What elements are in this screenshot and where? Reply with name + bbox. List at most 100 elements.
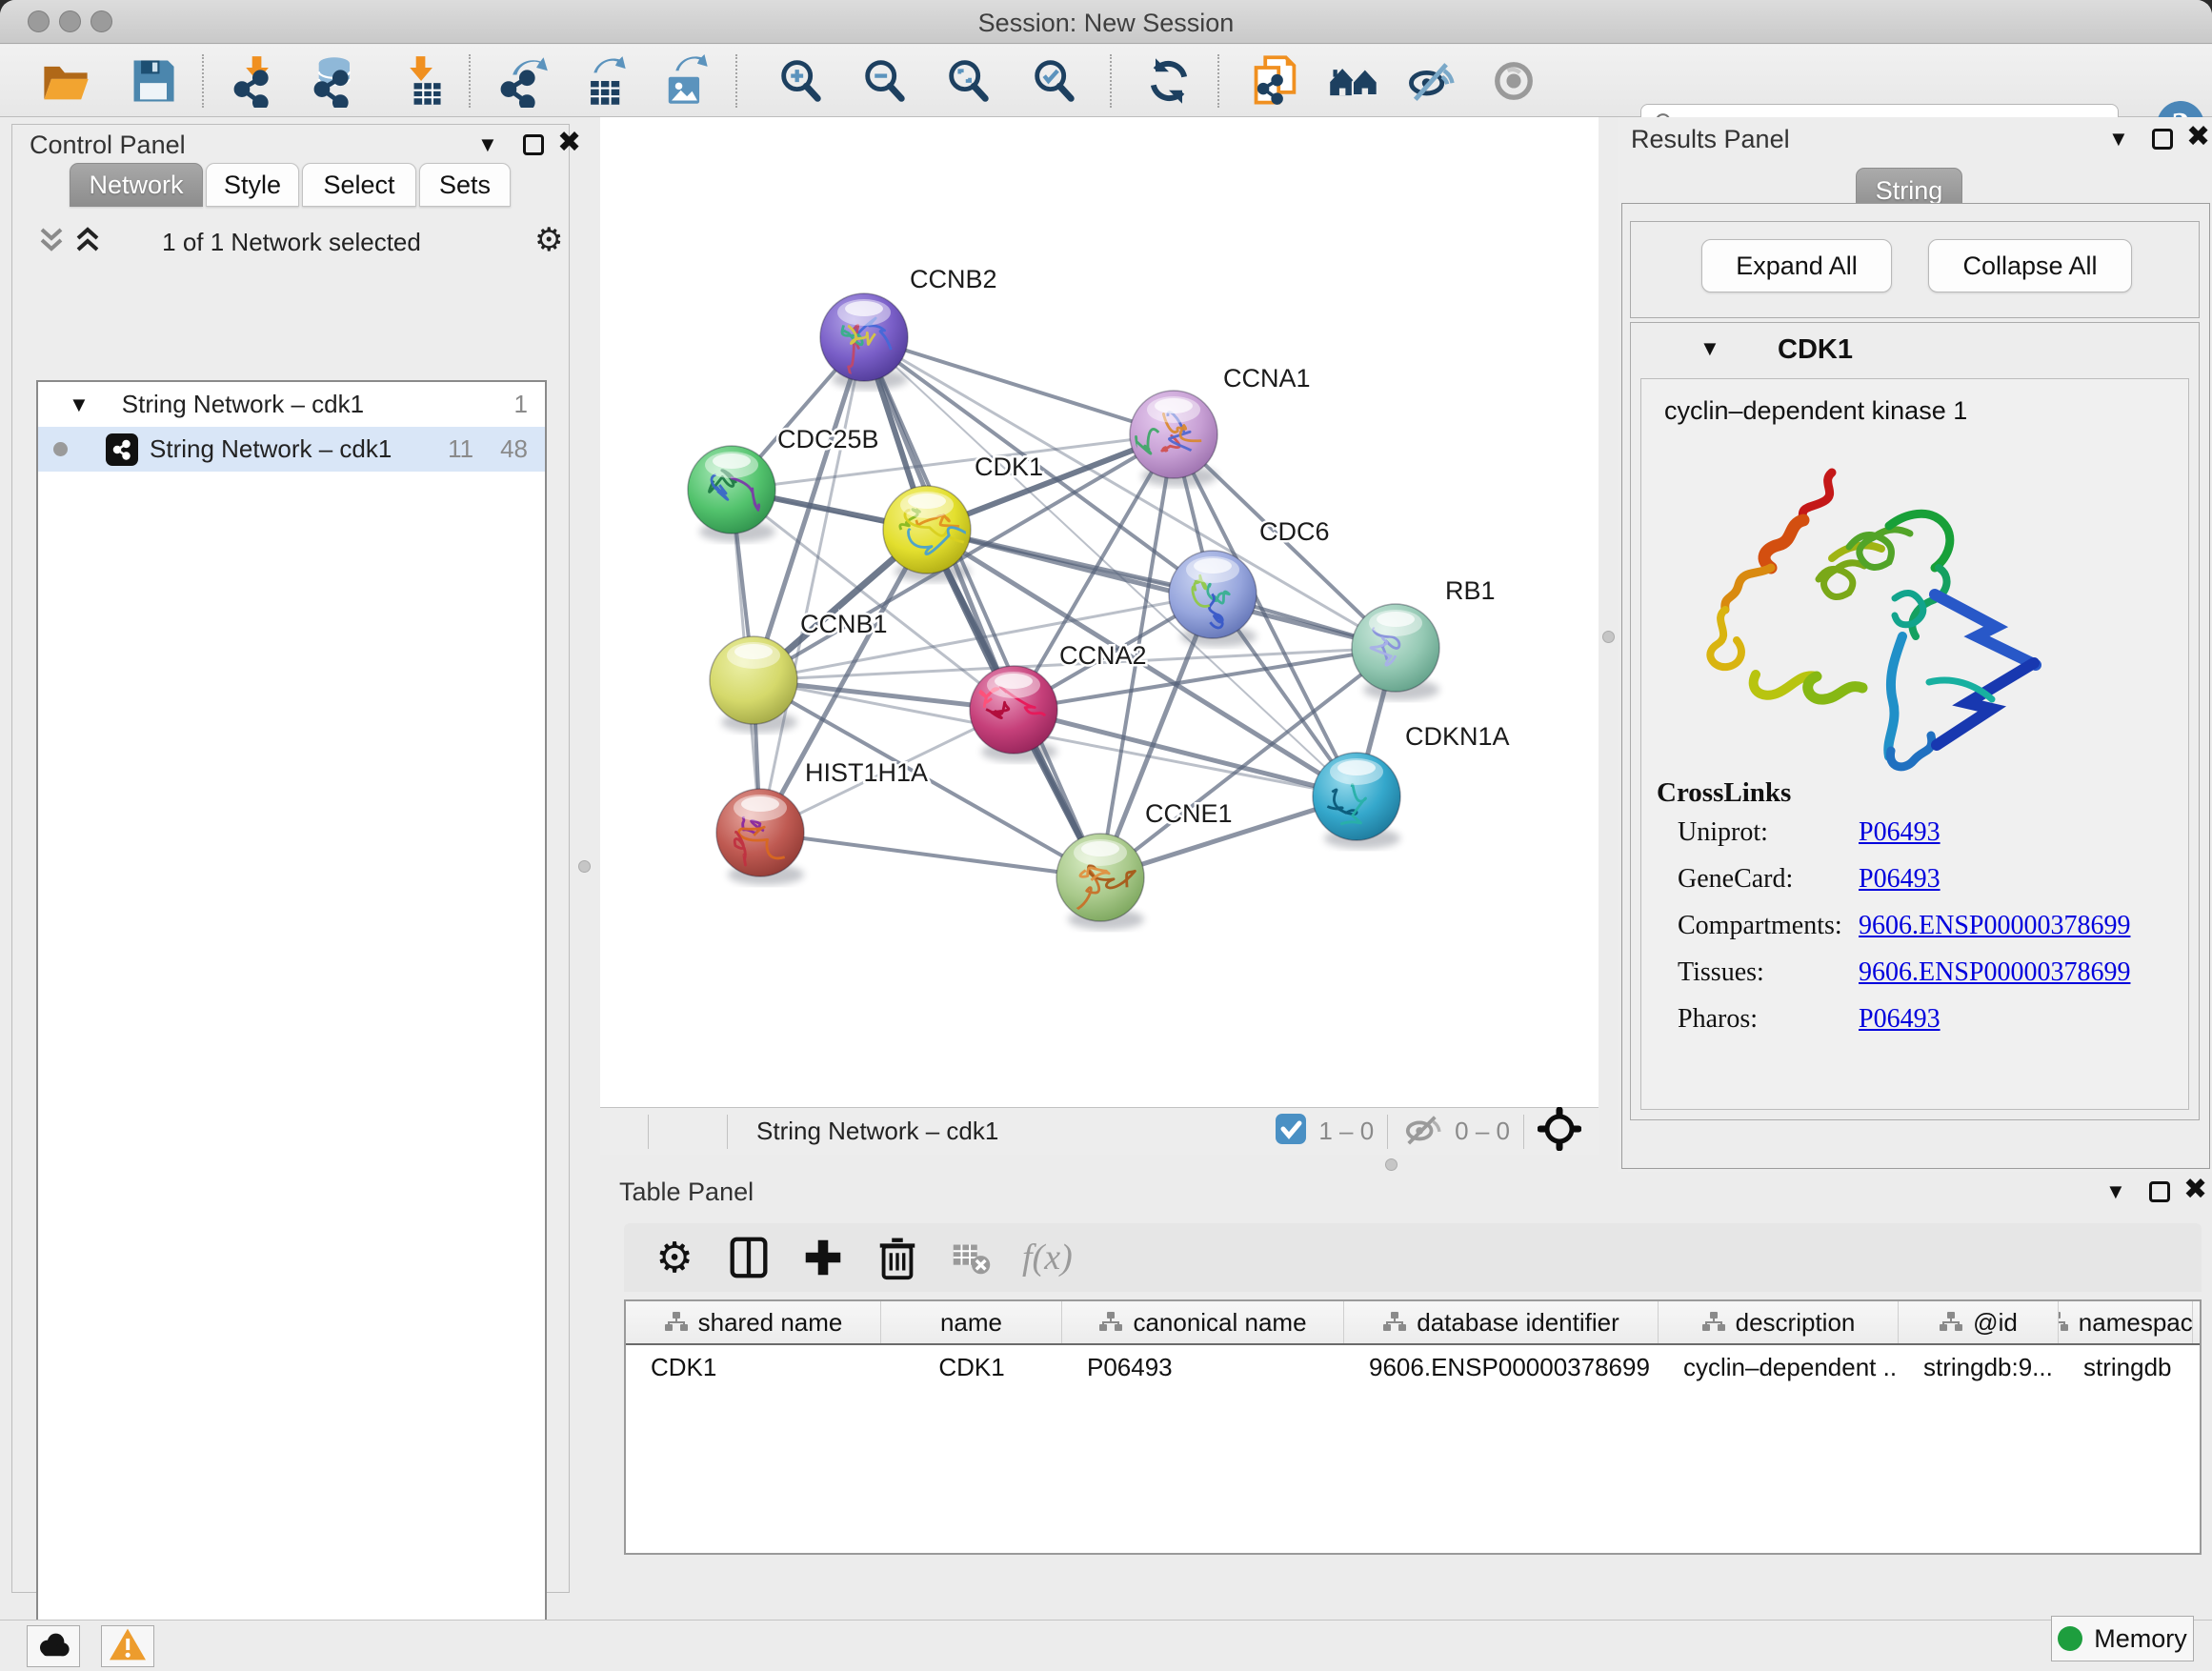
table-cell[interactable]: CDK1 [881,1345,1062,1389]
table-cell[interactable]: P06493 [1062,1345,1344,1389]
import-table-icon[interactable] [392,53,448,109]
network-node-CDKN1A[interactable] [1313,753,1400,840]
table-header-row: shared namenamecanonical namedatabase id… [626,1301,2200,1345]
network-edge[interactable] [927,530,1396,648]
status-bar [0,1620,2212,1671]
collapse-all-button[interactable]: Collapse All [1928,239,2132,292]
column-header-description[interactable]: description [1659,1301,1899,1343]
float-panel-icon[interactable]: ▼ [2108,127,2129,151]
network-node-CCNA2[interactable] [970,666,1057,754]
show-all-networks-icon[interactable] [1326,53,1381,109]
network-node-label: CDKN1A [1405,722,1510,751]
protein-structure-image [1689,446,2070,817]
crosslink-link[interactable]: P06493 [1859,1004,1941,1035]
network-node-CCNE1[interactable] [1056,834,1144,921]
delete-column-icon[interactable] [874,1234,921,1281]
apply-layout-icon[interactable] [1141,53,1196,109]
birds-eye-view-icon[interactable] [1538,1107,1581,1156]
show-columns-icon[interactable] [725,1234,773,1281]
zoom-selected-icon[interactable] [1027,53,1082,109]
open-session-icon[interactable] [38,53,93,109]
crosslink-link[interactable]: P06493 [1859,817,1941,848]
network-edge[interactable] [760,833,1100,877]
column-hierarchy-icon [1701,1311,1726,1334]
clone-network-icon[interactable] [1248,53,1303,109]
import-network-database-icon[interactable] [309,53,364,109]
warnings-button[interactable] [101,1625,154,1667]
column-header-name[interactable]: name [881,1301,1062,1343]
memory-label: Memory [2094,1624,2187,1654]
table-cell[interactable]: cyclin–dependent ... [1659,1345,1899,1389]
table-settings-gear-icon[interactable]: ⚙ [651,1234,698,1281]
tab-style[interactable]: Style [206,163,299,207]
gear-icon[interactable]: ⚙ [534,224,563,256]
network-node-CDK1[interactable] [883,486,971,574]
collapse-protein-icon[interactable]: ▼ [1699,336,1720,361]
close-panel-icon[interactable]: ✖ [2183,1178,2207,1202]
network-edge[interactable] [864,337,1174,434]
table-cell[interactable]: stringdb:9... [1899,1345,2059,1389]
export-image-icon[interactable] [657,53,713,109]
close-panel-icon[interactable]: ✖ [2186,125,2210,150]
crosslink-label: GeneCard: [1678,864,1793,895]
add-column-icon[interactable] [799,1234,847,1281]
save-session-icon[interactable] [126,53,181,109]
tab-select[interactable]: Select [302,163,416,207]
network-row[interactable]: String Network – cdk1 11 48 [38,427,545,472]
table-cell[interactable]: CDK1 [626,1345,881,1389]
column-header-canonical-name[interactable]: canonical name [1062,1301,1344,1343]
close-panel-icon[interactable]: ✖ [557,131,581,155]
control-panel: Control Panel ▼ ✖ Network Style Select S… [11,124,570,1593]
maximize-panel-icon[interactable] [2149,1181,2170,1202]
zoom-in-icon[interactable] [774,53,829,109]
network-node-HIST1H1A[interactable] [716,789,804,876]
column-header-shared-name[interactable]: shared name [626,1301,881,1343]
hide-graphics-details-icon[interactable] [1404,53,1459,109]
expand-all-button[interactable]: Expand All [1701,239,1892,292]
network-node-CCNB1[interactable] [710,636,797,724]
cloud-button[interactable] [27,1625,80,1667]
collection-expander-icon[interactable]: ▼ [69,393,90,417]
export-network-icon[interactable] [495,53,551,109]
column-header-database-identifier[interactable]: database identifier [1344,1301,1659,1343]
network-collection-row[interactable]: ▼ String Network – cdk1 1 [38,382,545,427]
selected-checkbox-icon[interactable] [1275,1113,1307,1150]
splitter-handle[interactable] [1385,1158,1398,1171]
column-header--id[interactable]: @id [1899,1301,2059,1343]
network-edge[interactable] [864,337,1100,877]
zoom-fit-icon[interactable] [941,53,996,109]
protein-name: CDK1 [1778,334,1853,366]
hidden-eye-icon[interactable] [1401,1111,1443,1152]
tab-sets[interactable]: Sets [419,163,511,207]
column-header-namespace[interactable]: namespace [2059,1301,2193,1343]
network-view-canvas[interactable]: CCNB2CCNA1CDC25BCDK1CDC6RB1CCNB1CCNA2CDK… [600,117,1599,1107]
memory-button[interactable]: Memory [2051,1616,2194,1661]
import-network-icon[interactable] [229,53,284,109]
splitter-handle[interactable] [578,860,591,873]
float-panel-icon[interactable]: ▼ [477,132,498,157]
export-table-icon[interactable] [575,53,631,109]
network-node-CDC25B[interactable] [688,446,775,534]
network-node-CDC6[interactable] [1169,551,1257,638]
table-row[interactable]: CDK1CDK1P064939606.ENSP00000378699cyclin… [626,1345,2200,1389]
float-panel-icon[interactable]: ▼ [2105,1179,2126,1204]
tab-network[interactable]: Network [70,163,203,207]
column-hierarchy-icon [2059,1311,2069,1334]
network-node-label: CCNA2 [1059,641,1147,670]
crosslink-link[interactable]: 9606.ENSP00000378699 [1859,911,2130,941]
toolbar-separator [1217,54,1219,108]
crosslink-link[interactable]: 9606.ENSP00000378699 [1859,957,2130,988]
maximize-panel-icon[interactable] [2152,129,2173,150]
cloud-icon [33,1627,73,1666]
zoom-out-icon[interactable] [857,53,913,109]
table-cell[interactable]: stringdb [2059,1345,2193,1389]
network-node-CCNA1[interactable] [1130,391,1217,478]
splitter-handle[interactable] [1602,631,1615,643]
network-node-RB1[interactable] [1352,604,1439,692]
network-view-toolbar: String Network – cdk1 1 – 0 0 – 0 [600,1107,1599,1155]
maximize-panel-icon[interactable] [523,134,544,155]
table-cell[interactable]: 9606.ENSP00000378699 [1344,1345,1659,1389]
protein-details: cyclin–dependent kinase 1 [1640,378,2189,1110]
crosslink-link[interactable]: P06493 [1859,864,1941,895]
eye-icon[interactable] [1486,53,1541,109]
